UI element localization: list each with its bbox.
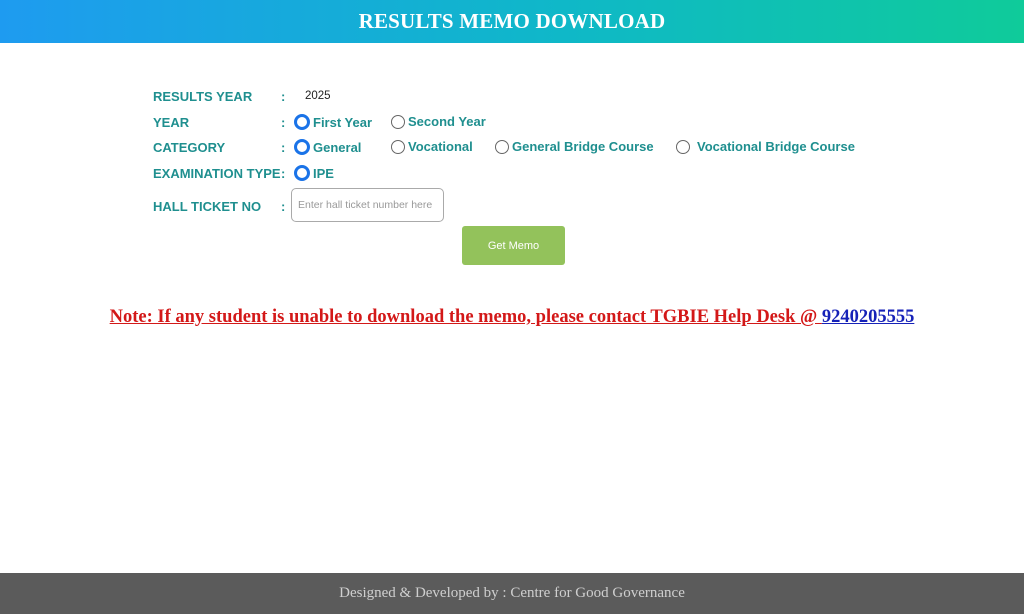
hall-ticket-colon: : (281, 199, 286, 214)
radio-unselected-icon (676, 139, 690, 154)
category-option-label: Vocational (408, 139, 473, 154)
category-label: CATEGORY (153, 140, 226, 155)
page-title: RESULTS MEMO DOWNLOAD (358, 9, 666, 33)
results-year-value: 2025 (305, 90, 331, 102)
radio-unselected-icon (495, 139, 509, 154)
help-note: Note: If any student is unable to downlo… (0, 307, 1024, 328)
footer-credit: Designed & Developed by : Centre for Goo… (339, 585, 685, 601)
page-header: RESULTS MEMO DOWNLOAD (0, 0, 1024, 43)
hall-ticket-label: HALL TICKET NO (153, 199, 262, 214)
radio-unselected-icon (391, 139, 405, 154)
year-option-first-year[interactable]: First Year (294, 114, 372, 130)
exam-type-option-ipe[interactable]: IPE (294, 165, 334, 181)
category-option-label: General Bridge Course (512, 139, 654, 154)
help-desk-phone-link[interactable]: 9240205555 (822, 307, 915, 327)
year-label: YEAR (153, 115, 190, 130)
page-footer: Designed & Developed by : Centre for Goo… (0, 573, 1024, 614)
radio-selected-icon (294, 165, 310, 181)
results-year-label: RESULTS YEAR (153, 89, 253, 104)
radio-selected-icon (294, 139, 310, 155)
exam-type-colon: : (281, 166, 286, 181)
exam-type-option-label: IPE (313, 165, 334, 181)
category-option-vocational-bridge-course[interactable]: Vocational Bridge Course (676, 139, 855, 154)
category-option-vocational[interactable]: Vocational (391, 139, 473, 154)
year-option-second-year[interactable]: Second Year (391, 114, 486, 129)
year-colon: : (281, 115, 286, 130)
exam-type-label: EXAMINATION TYPE (153, 166, 281, 181)
category-option-label: Vocational Bridge Course (697, 139, 855, 154)
radio-selected-icon (294, 114, 310, 130)
hall-ticket-input[interactable] (291, 188, 444, 222)
year-option-label: First Year (313, 114, 373, 130)
category-option-general[interactable]: General (294, 139, 361, 155)
category-option-label: General (313, 139, 362, 155)
help-note-text: Note: If any student is unable to downlo… (109, 307, 822, 327)
year-option-label: Second Year (408, 114, 486, 129)
get-memo-button[interactable]: Get Memo (462, 226, 565, 265)
category-colon: : (281, 140, 286, 155)
radio-unselected-icon (391, 114, 405, 129)
category-option-general-bridge-course[interactable]: General Bridge Course (495, 139, 654, 154)
results-year-colon: : (281, 89, 286, 104)
